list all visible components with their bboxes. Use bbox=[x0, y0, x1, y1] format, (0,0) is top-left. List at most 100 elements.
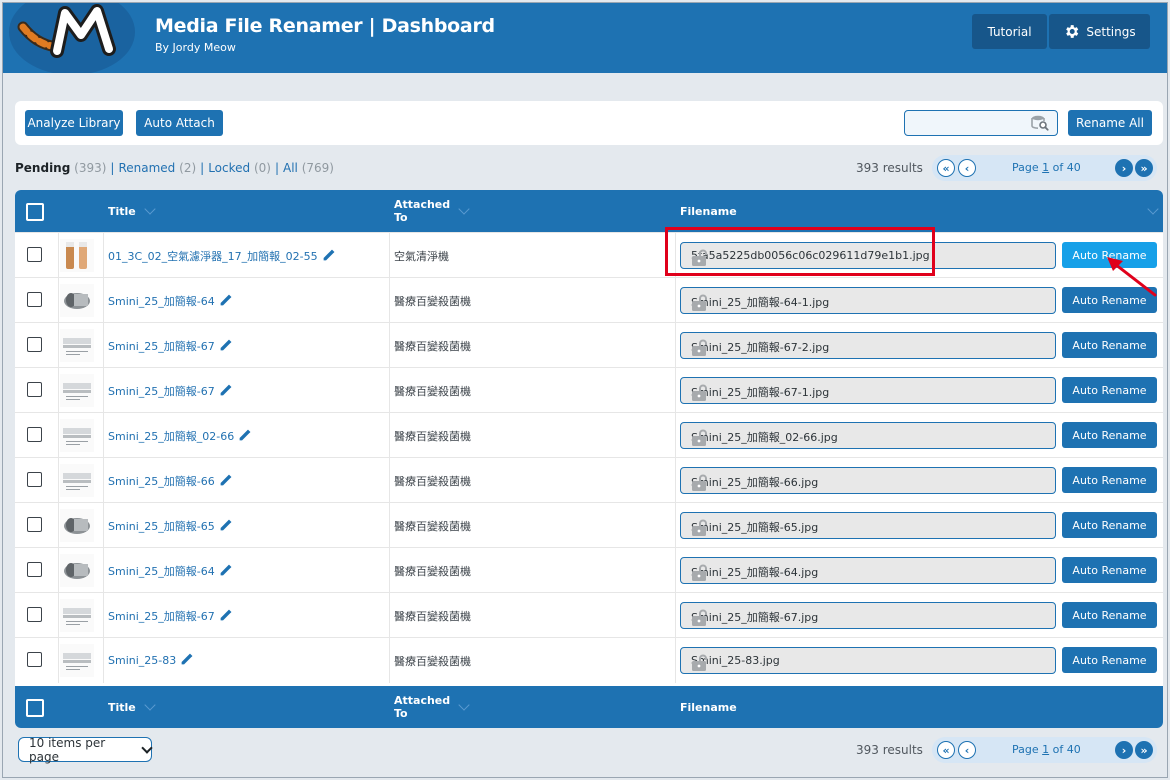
filename-field[interactable]: Smini_25_加簡報-67-2.jpg bbox=[680, 332, 1056, 359]
column-attached-bottom[interactable]: Attached To bbox=[394, 686, 470, 728]
media-title-link[interactable]: Smini_25_加簡報-66 bbox=[108, 473, 232, 490]
first-page-icon[interactable]: « bbox=[937, 741, 955, 759]
items-per-page-label: 10 items per page bbox=[29, 735, 106, 764]
row-checkbox[interactable] bbox=[27, 382, 42, 397]
media-thumbnail[interactable] bbox=[60, 419, 94, 452]
media-title: Smini_25_加簡報-66 bbox=[108, 475, 215, 488]
row-checkbox[interactable] bbox=[27, 517, 42, 532]
row-checkbox[interactable] bbox=[27, 337, 42, 352]
tutorial-button[interactable]: Tutorial bbox=[972, 14, 1047, 49]
auto-rename-button[interactable]: Auto Rename bbox=[1062, 422, 1157, 448]
media-thumbnail[interactable] bbox=[60, 599, 94, 632]
media-title-link[interactable]: Smini_25_加簡報-67 bbox=[108, 383, 232, 400]
auto-rename-button[interactable]: Auto Rename bbox=[1062, 512, 1157, 538]
row-checkbox[interactable] bbox=[27, 292, 42, 307]
pencil-icon[interactable] bbox=[180, 653, 193, 669]
row-checkbox[interactable] bbox=[27, 472, 42, 487]
pencil-icon[interactable] bbox=[219, 474, 232, 490]
unlock-icon[interactable] bbox=[691, 474, 1050, 495]
pencil-icon[interactable] bbox=[238, 429, 251, 445]
media-title-link[interactable]: Smini_25_加簡報-64 bbox=[108, 293, 232, 310]
auto-rename-button[interactable]: Auto Rename bbox=[1062, 557, 1157, 583]
row-checkbox[interactable] bbox=[27, 427, 42, 442]
media-title-link[interactable]: 01_3C_02_空氣濾淨器_17_加簡報_02-55 bbox=[108, 248, 335, 265]
pencil-icon[interactable] bbox=[219, 609, 232, 625]
cell-divider bbox=[675, 278, 676, 323]
filename-field[interactable]: Smini_25_加簡報-64.jpg bbox=[680, 557, 1056, 584]
filename-field[interactable]: Smini_25_加簡報-64-1.jpg bbox=[680, 287, 1056, 314]
column-attached-line1: Attached bbox=[394, 694, 451, 707]
settings-button[interactable]: Settings bbox=[1049, 14, 1150, 49]
media-thumbnail[interactable] bbox=[60, 509, 94, 542]
filter-renamed[interactable]: Renamed bbox=[118, 161, 175, 175]
items-per-page-select[interactable]: 10 items per page bbox=[18, 735, 153, 764]
pencil-icon[interactable] bbox=[219, 384, 232, 400]
media-title-link[interactable]: Smini_25_加簡報-67 bbox=[108, 338, 232, 355]
auto-rename-button[interactable]: Auto Rename bbox=[1062, 332, 1157, 358]
unlock-icon[interactable] bbox=[691, 654, 1050, 675]
unlock-icon[interactable] bbox=[691, 294, 1050, 315]
pencil-icon[interactable] bbox=[219, 339, 232, 355]
media-title-link[interactable]: Smini_25_加簡報-67 bbox=[108, 608, 232, 625]
unlock-icon[interactable] bbox=[691, 609, 1050, 630]
first-page-icon[interactable]: « bbox=[937, 159, 955, 177]
filename-field[interactable]: Smini_25-83.jpg bbox=[680, 647, 1056, 674]
column-filename[interactable]: Filename bbox=[680, 190, 737, 232]
unlock-icon[interactable] bbox=[691, 429, 1050, 450]
media-title-link[interactable]: Smini_25_加簡報_02-66 bbox=[108, 428, 251, 445]
search-input[interactable] bbox=[904, 110, 1058, 136]
pencil-icon[interactable] bbox=[219, 564, 232, 580]
unlock-icon[interactable] bbox=[691, 384, 1050, 405]
auto-rename-button[interactable]: Auto Rename bbox=[1062, 647, 1157, 673]
pencil-icon[interactable] bbox=[322, 249, 335, 265]
media-thumbnail[interactable] bbox=[60, 329, 94, 362]
filter-locked[interactable]: Locked bbox=[208, 161, 250, 175]
attached-to: 醫療百變殺菌機 bbox=[394, 430, 471, 443]
row-checkbox[interactable] bbox=[27, 607, 42, 622]
filter-pending[interactable]: Pending bbox=[15, 161, 70, 175]
media-title-link[interactable]: Smini_25-83 bbox=[108, 653, 193, 669]
media-thumbnail[interactable] bbox=[60, 554, 94, 587]
column-title-bottom[interactable]: Title bbox=[108, 686, 156, 728]
filename-field[interactable]: Smini_25_加簡報_02-66.jpg bbox=[680, 422, 1056, 449]
row-checkbox[interactable] bbox=[27, 652, 42, 667]
unlock-icon[interactable] bbox=[691, 339, 1050, 360]
last-page-icon[interactable]: » bbox=[1135, 159, 1153, 177]
next-page-icon[interactable]: › bbox=[1115, 159, 1133, 177]
media-title-link[interactable]: Smini_25_加簡報-64 bbox=[108, 563, 232, 580]
auto-rename-button[interactable]: Auto Rename bbox=[1062, 467, 1157, 493]
select-all-checkbox-bottom[interactable] bbox=[26, 699, 44, 717]
filename-field[interactable]: Smini_25_加簡報-67-1.jpg bbox=[680, 377, 1056, 404]
media-thumbnail[interactable] bbox=[60, 644, 94, 677]
unlock-icon[interactable] bbox=[691, 519, 1050, 540]
column-attached[interactable]: Attached To bbox=[394, 190, 470, 232]
filename-field[interactable]: Smini_25_加簡報-67.jpg bbox=[680, 602, 1056, 629]
media-thumbnail[interactable] bbox=[60, 464, 94, 497]
row-checkbox[interactable] bbox=[27, 247, 42, 262]
pencil-icon[interactable] bbox=[219, 294, 232, 310]
column-title[interactable]: Title bbox=[108, 190, 156, 232]
cell-divider bbox=[58, 593, 59, 638]
last-page-icon[interactable]: » bbox=[1135, 741, 1153, 759]
auto-attach-button[interactable]: Auto Attach bbox=[136, 110, 223, 136]
filename-field[interactable]: Smini_25_加簡報-66.jpg bbox=[680, 467, 1056, 494]
column-filename-bottom[interactable]: Filename bbox=[680, 686, 737, 728]
column-actions-sort[interactable] bbox=[1139, 190, 1159, 232]
rename-all-button[interactable]: Rename All bbox=[1068, 110, 1152, 136]
auto-rename-button[interactable]: Auto Rename bbox=[1062, 377, 1157, 403]
prev-page-icon[interactable]: ‹ bbox=[958, 741, 976, 759]
pencil-icon[interactable] bbox=[219, 519, 232, 535]
select-all-checkbox[interactable] bbox=[26, 203, 44, 221]
media-thumbnail[interactable] bbox=[60, 374, 94, 407]
media-thumbnail[interactable] bbox=[60, 239, 94, 272]
filter-all[interactable]: All bbox=[283, 161, 298, 175]
prev-page-icon[interactable]: ‹ bbox=[958, 159, 976, 177]
analyze-library-button[interactable]: Analyze Library bbox=[25, 110, 123, 136]
media-title-link[interactable]: Smini_25_加簡報-65 bbox=[108, 518, 232, 535]
auto-rename-button[interactable]: Auto Rename bbox=[1062, 602, 1157, 628]
filename-field[interactable]: Smini_25_加簡報-65.jpg bbox=[680, 512, 1056, 539]
media-thumbnail[interactable] bbox=[60, 284, 94, 317]
unlock-icon[interactable] bbox=[691, 564, 1050, 585]
row-checkbox[interactable] bbox=[27, 562, 42, 577]
next-page-icon[interactable]: › bbox=[1115, 741, 1133, 759]
